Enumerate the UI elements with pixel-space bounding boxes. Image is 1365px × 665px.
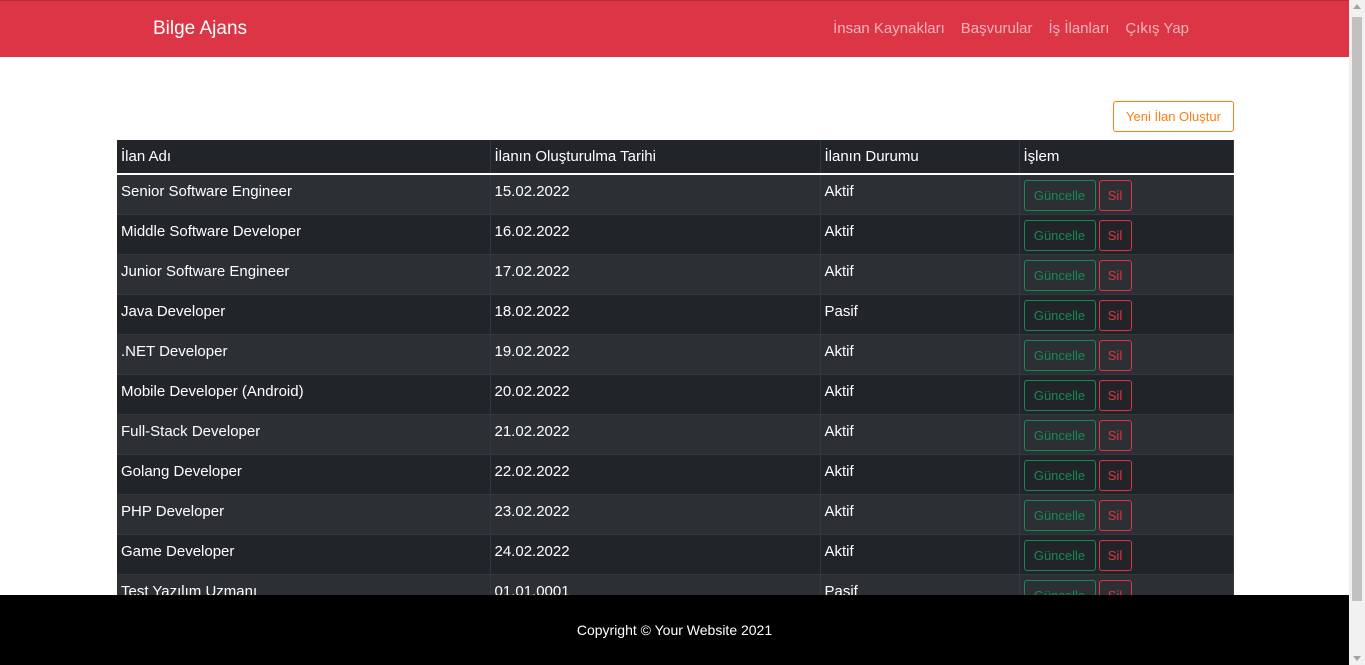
table-row: Middle Software Developer 16.02.2022 Aktif… bbox=[117, 214, 1234, 254]
posting-date: 19.02.2022 bbox=[490, 334, 821, 374]
column-header-action: İşlem bbox=[1019, 140, 1234, 174]
posting-status: Aktif bbox=[820, 454, 1020, 494]
column-header-status: İlanın Durumu bbox=[820, 140, 1020, 174]
table-row: Senior Software Engineer 15.02.2022 Aktif G… bbox=[117, 174, 1234, 214]
update-button[interactable]: Güncelle bbox=[1023, 180, 1096, 211]
posting-date: 20.02.2022 bbox=[490, 374, 821, 414]
footer: Copyright © Your Website 2021 bbox=[0, 595, 1349, 665]
posting-actions: GüncelleSil bbox=[1019, 534, 1234, 574]
table-header-row: İlan Adı İlanın Oluşturulma Tarihi İlanı… bbox=[117, 140, 1234, 174]
posting-name: Senior Software Engineer bbox=[117, 174, 491, 214]
posting-name: Java Developer bbox=[117, 294, 491, 334]
table-row: Junior Software Engineer 17.02.2022 Aktif G… bbox=[117, 254, 1234, 294]
update-button[interactable]: Güncelle bbox=[1023, 379, 1096, 411]
posting-status: Pasif bbox=[820, 294, 1020, 334]
delete-button[interactable]: Sil bbox=[1098, 219, 1132, 251]
brand-logo[interactable]: Bilge Ajans bbox=[153, 18, 247, 40]
update-button[interactable]: Güncelle bbox=[1023, 539, 1096, 571]
posting-date: 15.02.2022 bbox=[490, 174, 821, 214]
posting-actions: GüncelleSil bbox=[1019, 374, 1234, 414]
delete-button[interactable]: Sil bbox=[1098, 499, 1132, 531]
vertical-scrollbar[interactable] bbox=[1349, 0, 1365, 665]
table-row: Game Developer 24.02.2022 Aktif Güncelle Sil bbox=[117, 534, 1234, 574]
posting-date: 17.02.2022 bbox=[490, 254, 821, 294]
posting-name: Middle Software Developer bbox=[117, 214, 491, 254]
nav-link-logout[interactable]: Çıkış Yap bbox=[1125, 20, 1189, 37]
scroll-down-arrow-icon[interactable] bbox=[1353, 656, 1361, 661]
table-row: Java Developer 18.02.2022 Pasif Güncelle Sil bbox=[117, 294, 1234, 334]
update-button[interactable]: Güncelle bbox=[1023, 499, 1096, 531]
posting-status: Aktif bbox=[820, 374, 1020, 414]
update-button[interactable]: Güncelle bbox=[1023, 259, 1096, 291]
posting-status: Aktif bbox=[820, 494, 1020, 534]
posting-name: Golang Developer bbox=[117, 454, 491, 494]
posting-date: 22.02.2022 bbox=[490, 454, 821, 494]
posting-status: Aktif bbox=[820, 414, 1020, 454]
delete-button[interactable]: Sil bbox=[1098, 180, 1132, 211]
update-button[interactable]: Güncelle bbox=[1023, 299, 1096, 331]
nav-link-human-resources[interactable]: İnsan Kaynakları bbox=[833, 20, 945, 37]
posting-actions: GüncelleSil bbox=[1019, 454, 1234, 494]
posting-status: Aktif bbox=[820, 534, 1020, 574]
delete-button[interactable]: Sil bbox=[1098, 539, 1132, 571]
update-button[interactable]: Güncelle bbox=[1023, 219, 1096, 251]
update-button[interactable]: Güncelle bbox=[1023, 419, 1096, 451]
posting-name: Game Developer bbox=[117, 534, 491, 574]
posting-actions: GüncelleSil bbox=[1019, 294, 1234, 334]
posting-actions: GüncelleSil bbox=[1019, 414, 1234, 454]
posting-status: Aktif bbox=[820, 214, 1020, 254]
posting-date: 18.02.2022 bbox=[490, 294, 821, 334]
scroll-up-arrow-icon[interactable] bbox=[1353, 4, 1361, 9]
table-row: Mobile Developer (Android) 20.02.2022 Akti… bbox=[117, 374, 1234, 414]
table-row: Full-Stack Developer 21.02.2022 Aktif Günce… bbox=[117, 414, 1234, 454]
delete-button[interactable]: Sil bbox=[1098, 259, 1132, 291]
update-button[interactable]: Güncelle bbox=[1023, 459, 1096, 491]
column-header-date: İlanın Oluşturulma Tarihi bbox=[490, 140, 821, 174]
posting-status: Aktif bbox=[820, 174, 1020, 214]
scroll-thumb[interactable] bbox=[1352, 17, 1362, 601]
posting-actions: GüncelleSil bbox=[1019, 214, 1234, 254]
posting-name: Full-Stack Developer bbox=[117, 414, 491, 454]
table-row: Golang Developer 22.02.2022 Aktif Güncelle S… bbox=[117, 454, 1234, 494]
posting-date: 21.02.2022 bbox=[490, 414, 821, 454]
delete-button[interactable]: Sil bbox=[1098, 339, 1132, 371]
update-button[interactable]: Güncelle bbox=[1023, 339, 1096, 371]
delete-button[interactable]: Sil bbox=[1098, 419, 1132, 451]
posting-name: Mobile Developer (Android) bbox=[117, 374, 491, 414]
copyright-text: Copyright © Your Website 2021 bbox=[576, 622, 773, 638]
job-postings-table: İlan Adı İlanın Oluşturulma Tarihi İlanı… bbox=[117, 140, 1234, 614]
nav-links: İnsan Kaynakları Başvurular İş İlanları … bbox=[833, 20, 1189, 37]
table-row: .NET Developer 19.02.2022 Aktif Güncelle Sil bbox=[117, 334, 1234, 374]
posting-actions: GüncelleSil bbox=[1019, 174, 1234, 214]
posting-actions: GüncelleSil bbox=[1019, 334, 1234, 374]
table-row: PHP Developer 23.02.2022 Aktif Güncelle Sil bbox=[117, 494, 1234, 534]
posting-actions: GüncelleSil bbox=[1019, 494, 1234, 534]
posting-date: 23.02.2022 bbox=[490, 494, 821, 534]
nav-link-job-postings[interactable]: İş İlanları bbox=[1049, 20, 1110, 37]
posting-actions: GüncelleSil bbox=[1019, 254, 1234, 294]
posting-name: Junior Software Engineer bbox=[117, 254, 491, 294]
delete-button[interactable]: Sil bbox=[1098, 459, 1132, 491]
delete-button[interactable]: Sil bbox=[1098, 379, 1132, 411]
posting-status: Aktif bbox=[820, 254, 1020, 294]
posting-date: 16.02.2022 bbox=[490, 214, 821, 254]
navbar: Bilge Ajans İnsan Kaynakları Başvurular … bbox=[0, 0, 1349, 57]
new-posting-button[interactable]: Yeni İlan Oluştur bbox=[1113, 101, 1234, 132]
posting-name: .NET Developer bbox=[117, 334, 491, 374]
posting-date: 24.02.2022 bbox=[490, 534, 821, 574]
posting-name: PHP Developer bbox=[117, 494, 491, 534]
nav-link-applications[interactable]: Başvurular bbox=[961, 20, 1033, 37]
delete-button[interactable]: Sil bbox=[1098, 299, 1132, 331]
page: Bilge Ajans İnsan Kaynakları Başvurular … bbox=[0, 0, 1349, 665]
posting-status: Aktif bbox=[820, 334, 1020, 374]
column-header-name: İlan Adı bbox=[117, 140, 491, 174]
